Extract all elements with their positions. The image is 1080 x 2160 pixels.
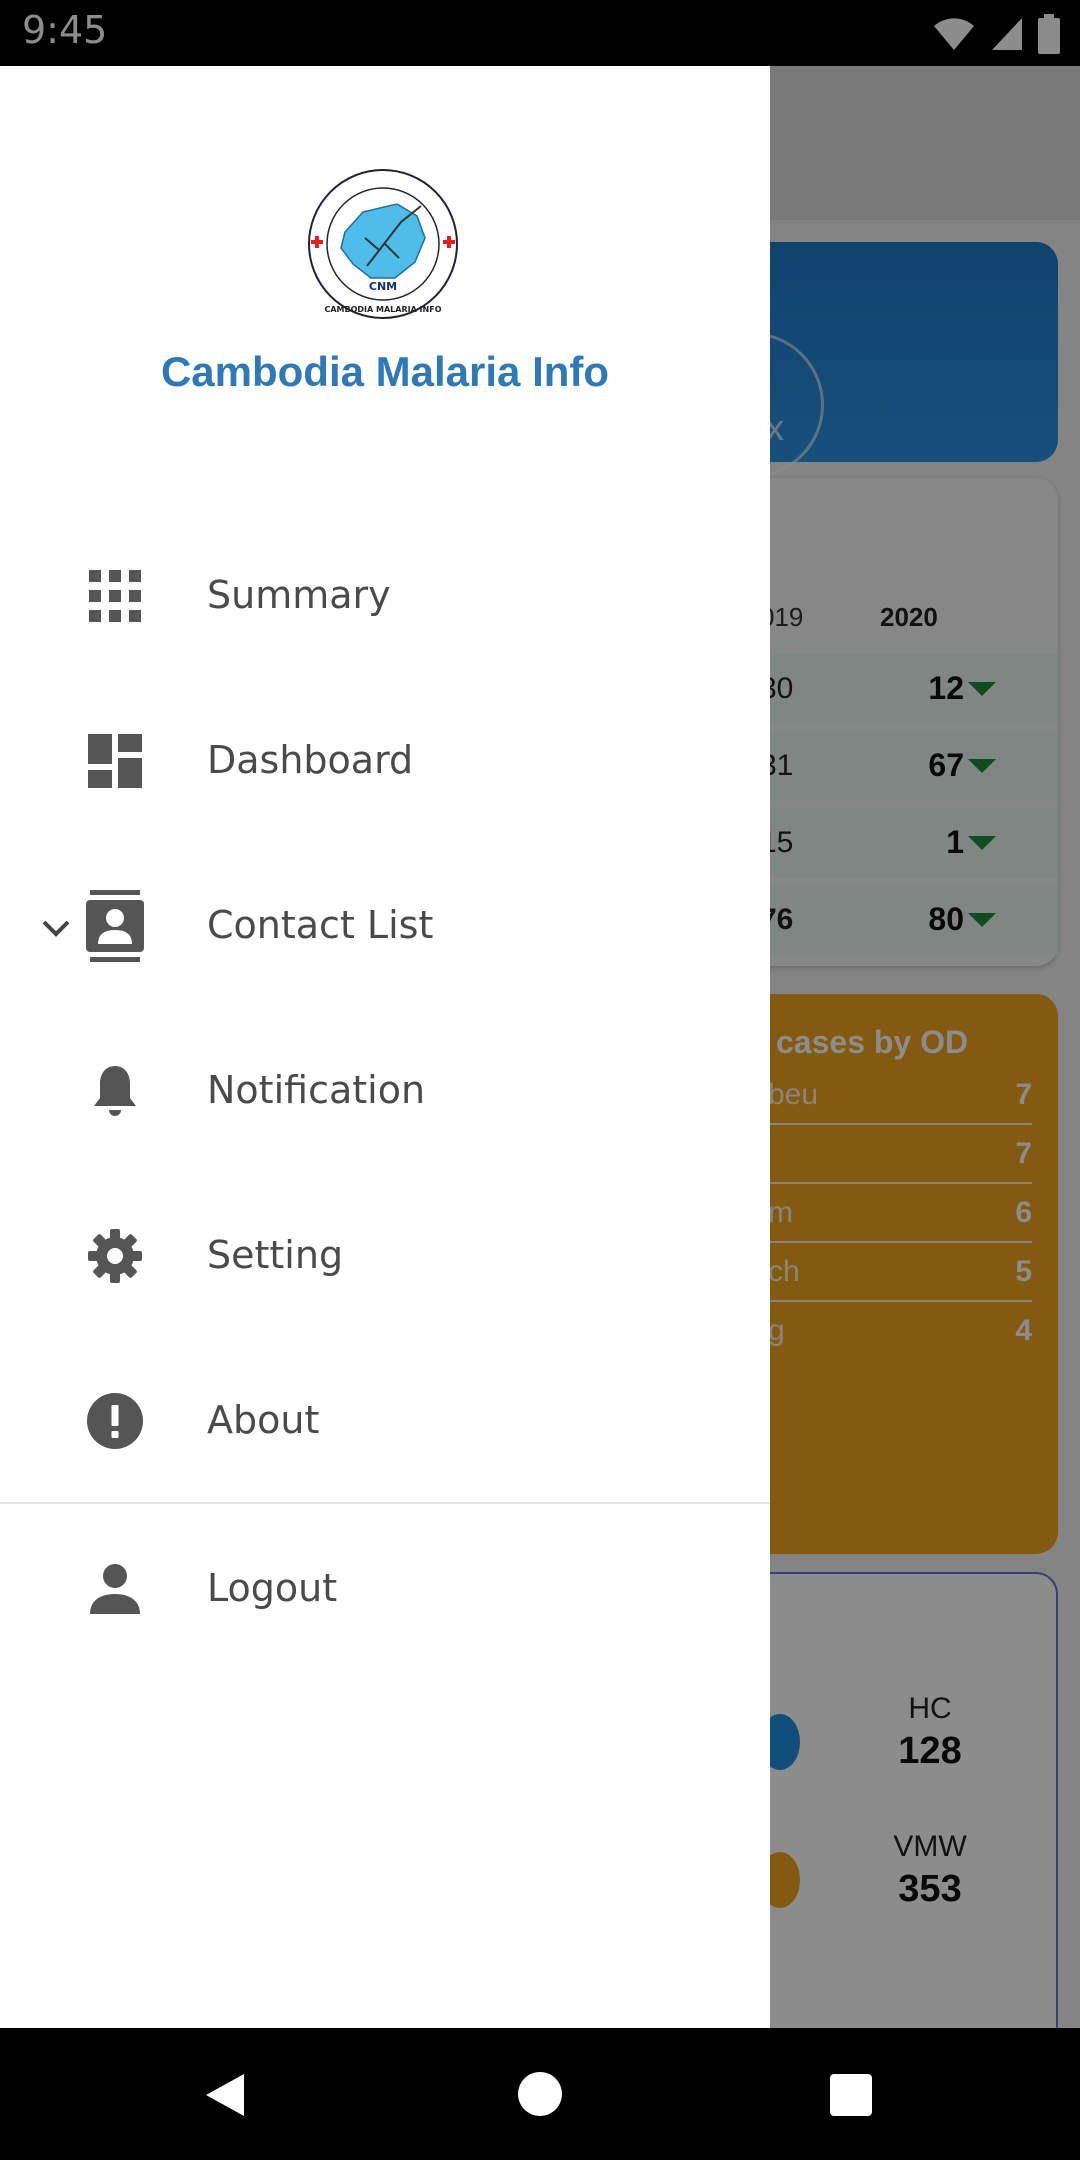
back-icon[interactable] [200, 2070, 250, 2120]
logo-ring-text: CAMBODIA MALARIA INFO [324, 305, 441, 314]
drawer-item-label: Contact List [207, 903, 434, 947]
drawer-item-contact-list[interactable]: Contact List [0, 850, 770, 1000]
dashboard-icon [88, 734, 142, 788]
drawer-item-label: Dashboard [207, 738, 414, 782]
person-icon [90, 1564, 140, 1614]
cnm-logo: CNM CAMBODIA MALARIA INFO [308, 169, 458, 319]
info-alert-icon [87, 1393, 143, 1449]
drawer-item-about[interactable]: About [0, 1345, 770, 1495]
bell-icon [94, 1066, 136, 1116]
drawer-item-label: Setting [207, 1233, 344, 1277]
contacts-icon [86, 890, 144, 962]
drawer-title: Cambodia Malaria Info [160, 348, 610, 395]
drawer-item-summary[interactable]: Summary [0, 520, 770, 670]
drawer-divider [0, 1502, 770, 1504]
home-icon[interactable] [518, 2072, 562, 2116]
logo-center-text: CNM [369, 280, 397, 293]
drawer-item-setting[interactable]: Setting [0, 1180, 770, 1330]
apps-grid-icon [89, 570, 141, 622]
navigation-drawer: CNM CAMBODIA MALARIA INFO Cambodia Malar… [0, 66, 770, 2028]
system-nav-bar [0, 2028, 1080, 2160]
drawer-item-label: Logout [207, 1566, 338, 1610]
chevron-down-icon[interactable] [38, 910, 74, 946]
drawer-item-label: Summary [207, 573, 391, 617]
drawer-item-logout[interactable]: Logout [0, 1513, 770, 1663]
recents-icon[interactable] [830, 2074, 872, 2116]
drawer-item-notification[interactable]: Notification [0, 1015, 770, 1165]
drawer-item-label: About [207, 1398, 320, 1442]
drawer-item-dashboard[interactable]: Dashboard [0, 685, 770, 835]
gear-icon [88, 1229, 142, 1283]
drawer-item-label: Notification [207, 1068, 426, 1112]
